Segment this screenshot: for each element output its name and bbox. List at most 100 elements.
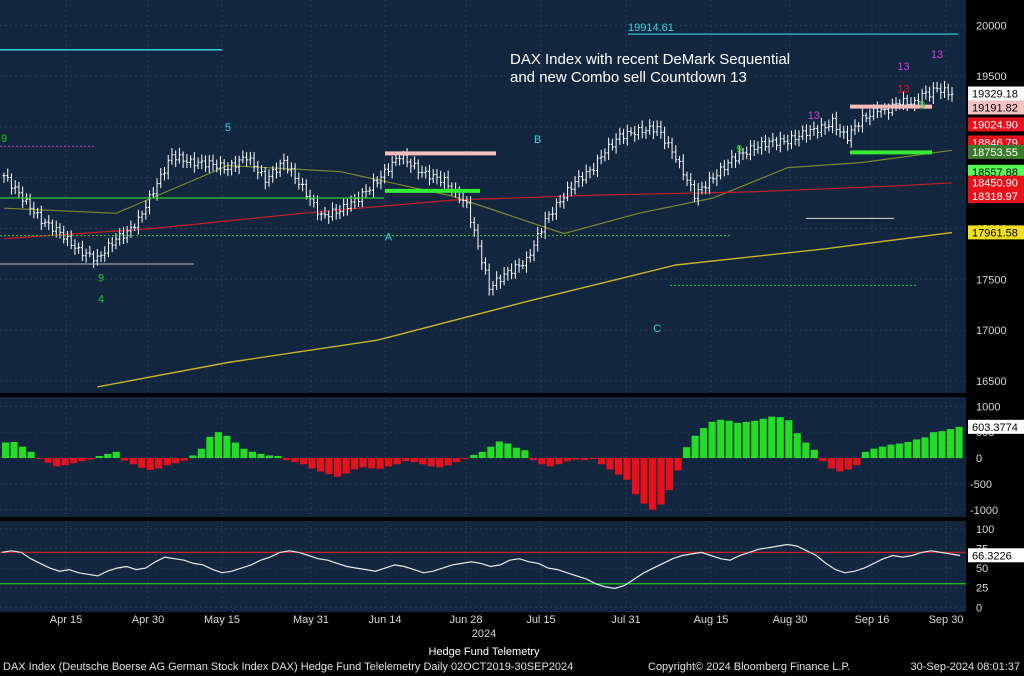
- histogram-bar: [274, 455, 282, 459]
- histogram-bar: [61, 458, 69, 466]
- price-tick-label: 20000: [976, 20, 1007, 32]
- histogram-bar: [768, 416, 776, 459]
- demark-count-label: 13: [931, 49, 943, 61]
- histogram-bar: [402, 458, 410, 462]
- demark-count-label: 9: [736, 143, 742, 155]
- histogram-bar: [257, 453, 265, 459]
- histogram-bar: [614, 458, 623, 475]
- histogram-bar: [861, 451, 869, 459]
- histogram-bar: [691, 435, 699, 459]
- histogram-bar: [214, 432, 222, 459]
- histogram-bar: [802, 442, 810, 459]
- histogram-bar: [316, 458, 325, 472]
- histogram-bar: [334, 458, 342, 477]
- histogram-bar: [342, 458, 350, 474]
- price-axis-tag-label: 18318.97: [972, 191, 1018, 203]
- histogram-bar: [427, 458, 435, 467]
- histogram-bar: [666, 458, 674, 491]
- histogram-bar: [461, 458, 469, 460]
- x-tick-label: Apr 30: [132, 614, 164, 626]
- footer-description: DAX Index (Deutsche Boerse AG German Sto…: [3, 661, 573, 673]
- price-axis-tag-label: 18753.55: [972, 147, 1018, 159]
- histogram-bar: [572, 458, 580, 460]
- histogram-bar: [470, 454, 478, 459]
- histogram-bar: [827, 458, 835, 469]
- histogram-bar: [912, 439, 921, 459]
- footer-timestamp: 30-Sep-2024 08:01:37: [911, 661, 1020, 673]
- histogram-bar: [683, 447, 691, 459]
- histogram-bar: [265, 455, 274, 459]
- histogram-bar: [78, 458, 86, 462]
- histogram-bar: [708, 421, 716, 459]
- histogram-bar: [231, 442, 239, 459]
- histogram-bar: [751, 420, 759, 459]
- x-tick-label: Jun 28: [449, 614, 482, 626]
- histogram-bar: [546, 458, 554, 467]
- histogram-bar: [504, 443, 512, 459]
- histogram-bar: [589, 458, 597, 460]
- chart-window: 1650017000175001800018500190001950020000…: [0, 0, 1024, 676]
- histogram-bar: [793, 433, 801, 459]
- histogram-bar: [938, 431, 946, 459]
- histogram-bar: [36, 458, 44, 460]
- histogram-bar: [819, 458, 827, 462]
- histogram-bar: [810, 449, 818, 459]
- histogram-bar: [146, 458, 154, 470]
- histogram-bar: [495, 441, 503, 459]
- histogram-bar: [368, 458, 376, 469]
- histogram-bar: [921, 437, 929, 459]
- rsi-tick-label: 50: [976, 563, 988, 575]
- histogram-bar: [436, 458, 444, 468]
- histogram-bar: [44, 458, 52, 463]
- histogram-bar: [53, 458, 61, 467]
- histogram-bar: [172, 458, 180, 464]
- histogram-bar: [121, 458, 129, 461]
- histogram-bar: [649, 458, 657, 510]
- rsi-panel: [0, 521, 966, 612]
- histogram-bar: [2, 442, 10, 459]
- histogram-bar: [291, 458, 299, 463]
- rsi-tick-label: 25: [976, 583, 988, 595]
- histogram-bar: [138, 458, 146, 468]
- x-tick-label: Jun 14: [368, 614, 401, 626]
- price-panel: [0, 0, 966, 393]
- histogram-bar: [206, 436, 214, 459]
- price-tick-label: 17500: [976, 274, 1007, 286]
- histogram-bar: [410, 458, 418, 463]
- histogram-bar: [248, 451, 256, 459]
- histogram-bar: [844, 458, 852, 470]
- rsi-tick-label: 100: [976, 524, 994, 536]
- histogram-bar: [580, 458, 589, 461]
- histogram-bar: [487, 446, 495, 459]
- x-tick-label: May 15: [204, 614, 240, 626]
- osc-tick-label: -1000: [970, 505, 998, 517]
- demark-count-label: 9: [98, 272, 104, 284]
- price-axis-tag-label: 17961.58: [972, 227, 1018, 239]
- histogram-bar: [895, 443, 904, 459]
- histogram-bar: [197, 448, 205, 459]
- price-axis-tag-label: 18450.90: [972, 178, 1018, 190]
- x-tick-label: May 31: [293, 614, 329, 626]
- histogram-bar: [904, 442, 912, 459]
- histogram-bar: [478, 451, 486, 459]
- bottom-title: Hedge Fund Telemetry: [428, 646, 540, 658]
- x-tick-label: Jul 31: [611, 614, 640, 626]
- histogram-bar: [19, 446, 27, 459]
- histogram-bar: [104, 453, 112, 459]
- histogram-bar: [631, 458, 640, 495]
- osc-axis-tag-label: 603.3774: [972, 422, 1018, 434]
- histogram-bar: [112, 451, 120, 459]
- histogram-bar: [555, 458, 563, 465]
- histogram-bar: [955, 426, 963, 459]
- histogram-bar: [946, 429, 955, 459]
- histogram-bar: [785, 420, 793, 459]
- histogram-bar: [299, 458, 308, 465]
- rsi-tick-label: 0: [976, 602, 982, 614]
- histogram-bar: [27, 451, 35, 459]
- histogram-bar: [87, 458, 95, 460]
- histogram-bar: [700, 428, 708, 459]
- demark-count-label: 4: [98, 294, 104, 306]
- histogram-bar: [223, 435, 231, 459]
- x-tick-label: Sep 30: [929, 614, 964, 626]
- histogram-bar: [180, 458, 188, 461]
